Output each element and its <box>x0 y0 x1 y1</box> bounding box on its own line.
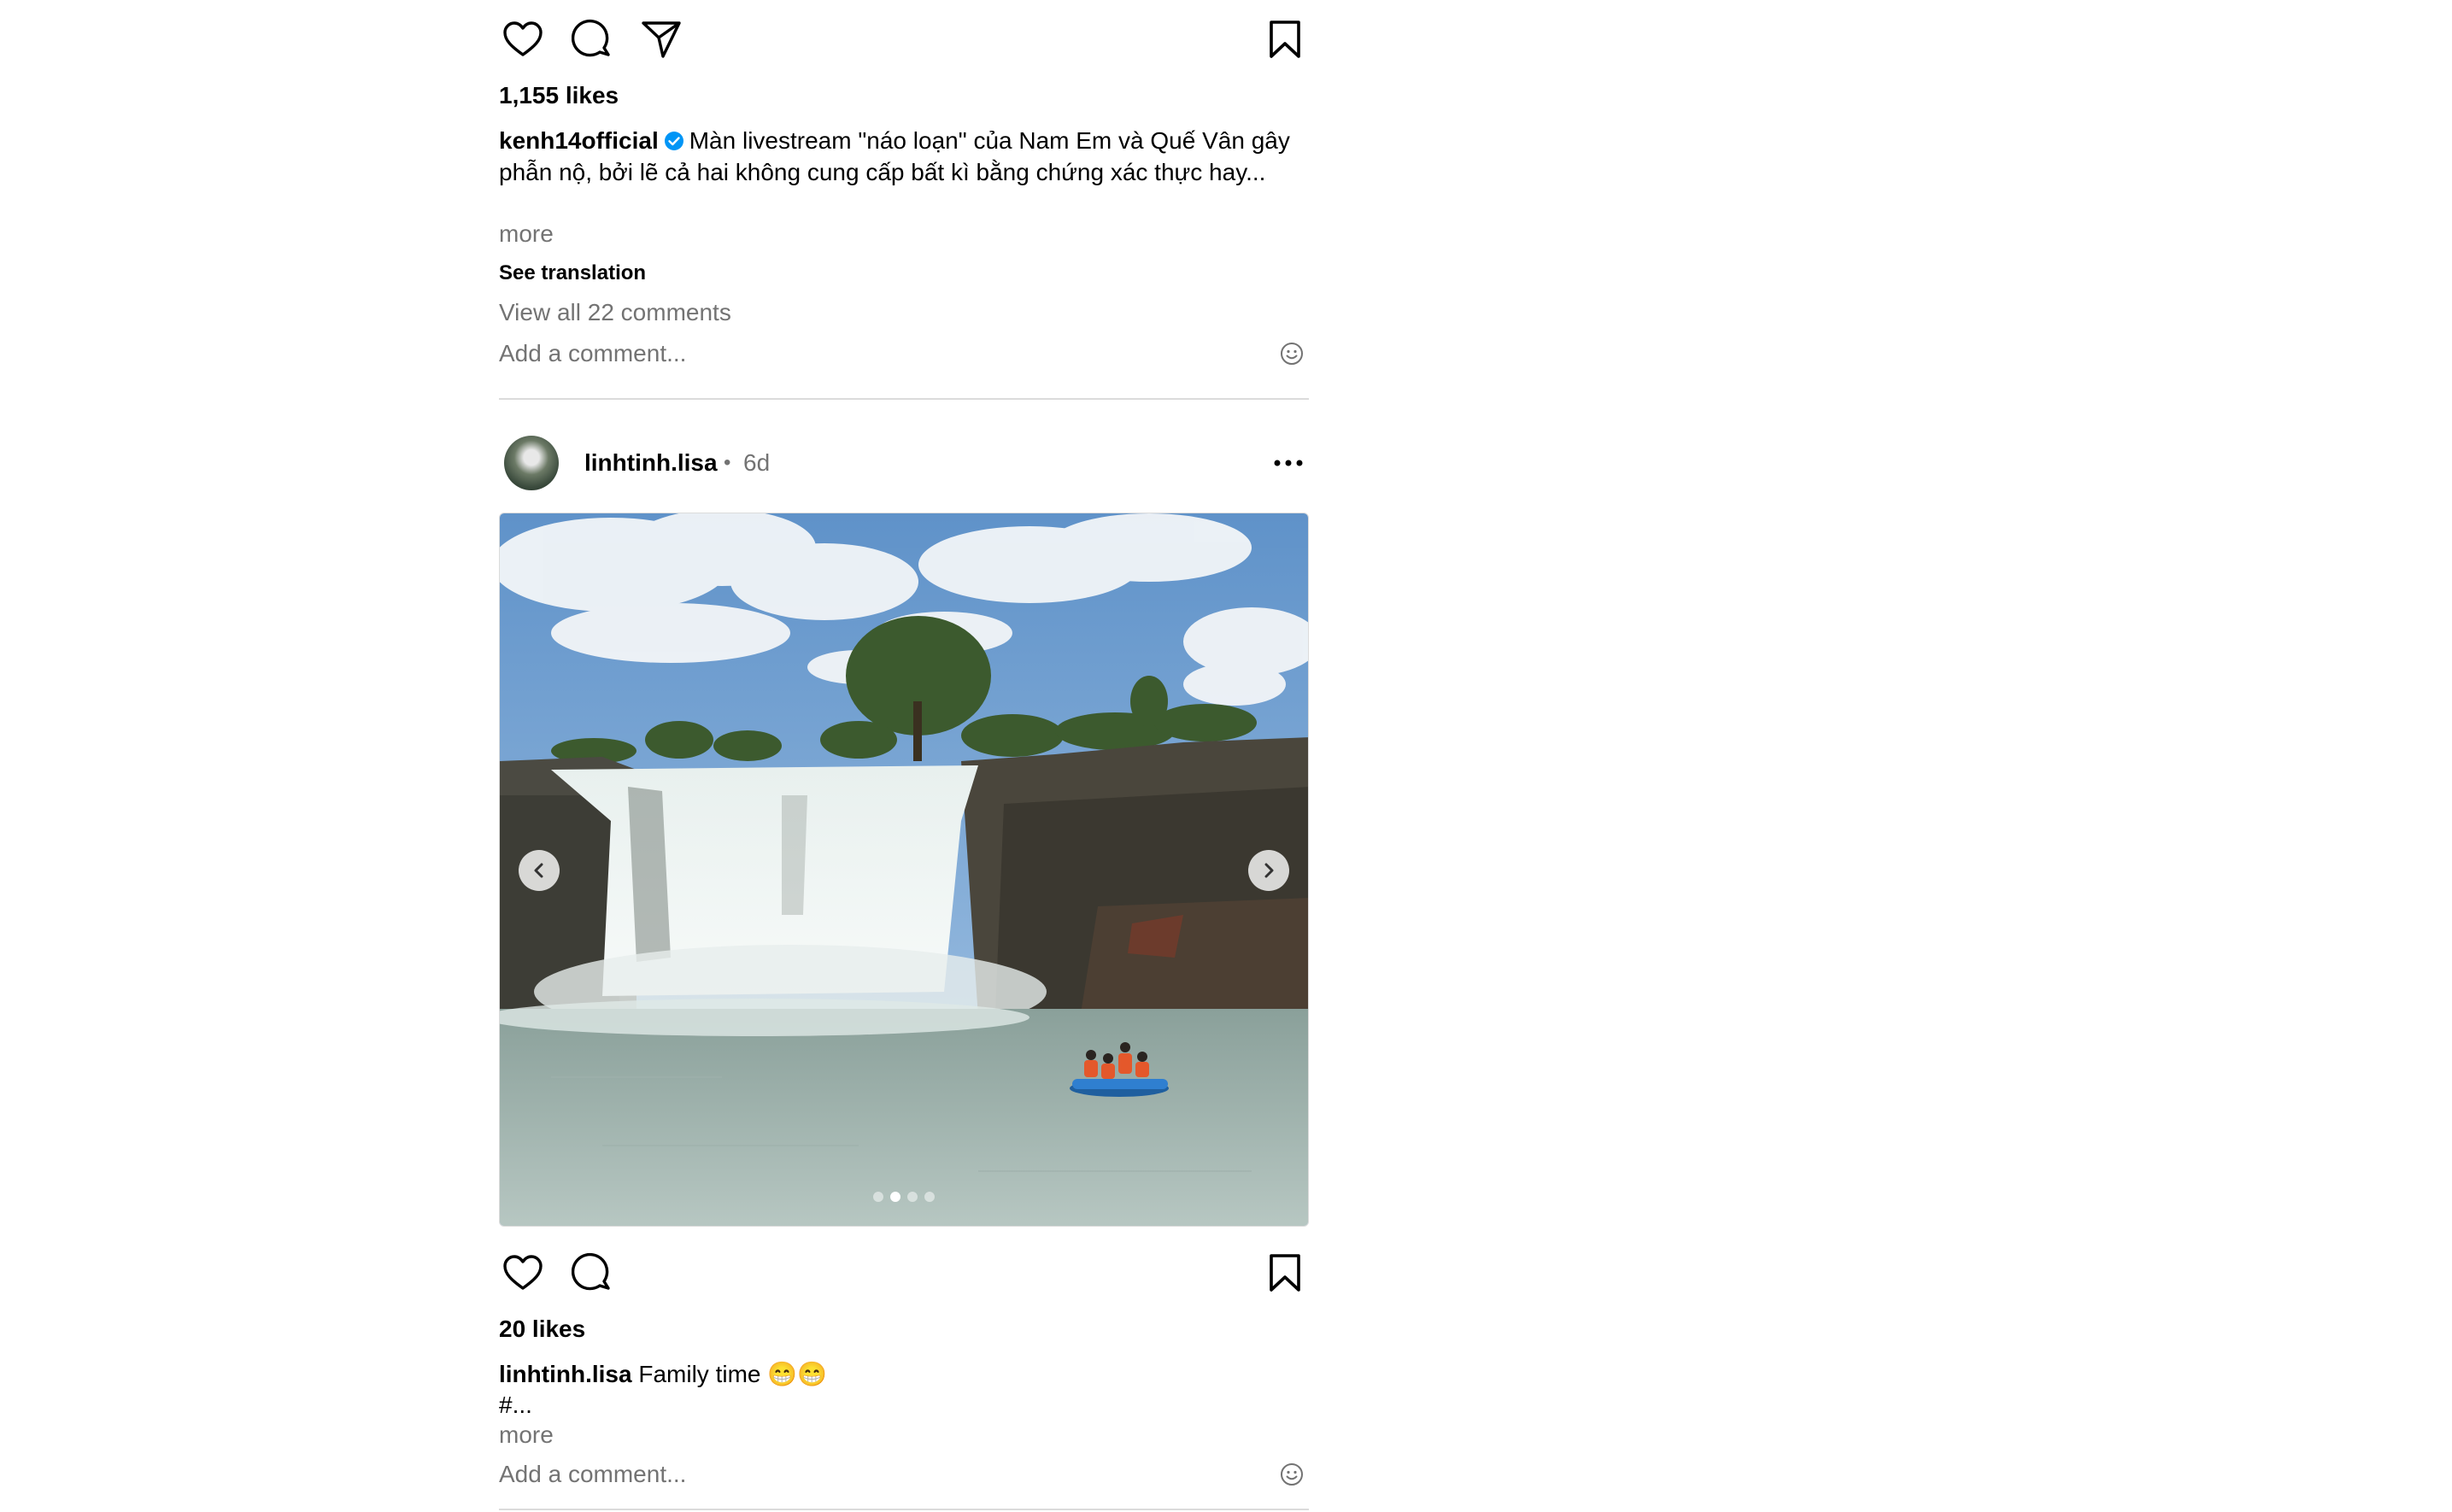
waterfall-photo <box>500 513 1308 1226</box>
avatar[interactable] <box>504 436 559 490</box>
heart-icon <box>503 1255 543 1290</box>
post-divider <box>499 1509 1309 1510</box>
heart-icon <box>503 21 543 56</box>
post2-timestamp[interactable]: 6d <box>743 448 770 478</box>
post2-header: linhtinh.lisa • 6d <box>499 429 1309 497</box>
like-button[interactable] <box>497 1247 548 1298</box>
post2-more-options-button[interactable] <box>1268 442 1309 483</box>
more-options-icon <box>1274 460 1303 466</box>
post2-username[interactable]: linhtinh.lisa <box>584 448 718 478</box>
chevron-right-icon <box>1264 863 1274 878</box>
bookmark-icon <box>1270 1254 1300 1292</box>
post2-caption: linhtinh.lisa Family time 😁😁 <box>499 1358 1309 1390</box>
comment-button[interactable] <box>566 1247 618 1298</box>
comment-button[interactable] <box>566 14 618 65</box>
carousel-dot <box>907 1192 918 1202</box>
carousel-indicator <box>500 1192 1308 1202</box>
separator-dot: • <box>724 451 731 474</box>
like-button[interactable] <box>497 14 548 65</box>
save-button[interactable] <box>1259 14 1311 65</box>
carousel-dot <box>873 1192 883 1202</box>
emoji-icon <box>1281 1463 1303 1486</box>
carousel-dot <box>924 1192 935 1202</box>
chevron-left-icon <box>534 863 543 878</box>
post2-caption-line2: #... <box>499 1392 532 1418</box>
post2-caption-text: Family time 😁😁 <box>638 1361 827 1387</box>
emoji-icon <box>1281 343 1303 365</box>
share-button[interactable] <box>636 14 687 65</box>
post1-action-row <box>499 14 1309 65</box>
post1-emoji-button[interactable] <box>1275 337 1309 371</box>
post1-caption-username[interactable]: kenh14official <box>499 127 659 154</box>
post-divider <box>499 398 1309 400</box>
carousel-prev-button[interactable] <box>519 850 560 891</box>
see-translation-link[interactable]: See translation <box>499 260 646 287</box>
comment-icon <box>572 1252 610 1291</box>
view-all-comments-link[interactable]: View all 22 comments <box>499 297 731 328</box>
post2-emoji-button[interactable] <box>1275 1457 1309 1491</box>
save-button[interactable] <box>1259 1247 1311 1298</box>
comment-icon <box>572 19 610 57</box>
post1-more-link[interactable]: more <box>499 219 554 249</box>
post2-caption-username[interactable]: linhtinh.lisa <box>499 1361 632 1387</box>
bookmark-icon <box>1270 21 1300 58</box>
carousel-next-button[interactable] <box>1248 850 1289 891</box>
post1-likes[interactable]: 1,155 likes <box>499 80 619 111</box>
post2-action-row <box>499 1247 1309 1298</box>
post2-media[interactable] <box>499 513 1309 1227</box>
verified-badge-icon <box>664 132 683 150</box>
post2-comment-input[interactable] <box>499 1457 1234 1491</box>
post2-more-link[interactable]: more <box>499 1420 554 1450</box>
post1-caption: kenh14official Màn livestream "náo loạn" … <box>499 125 1309 188</box>
share-icon <box>642 21 681 58</box>
post1-comment-input[interactable] <box>499 337 1234 371</box>
post2-likes[interactable]: 20 likes <box>499 1314 585 1345</box>
carousel-dot <box>890 1192 900 1202</box>
